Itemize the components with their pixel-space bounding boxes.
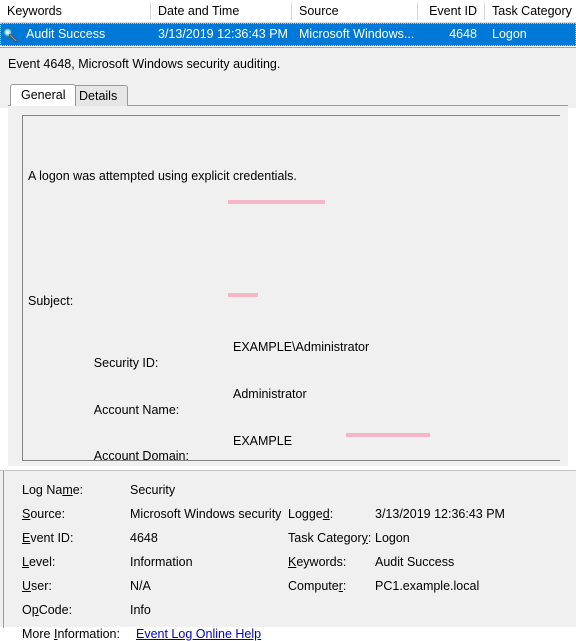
event-list-row-selected[interactable]: Audit Success 3/13/2019 12:36:43 PM Micr… [0, 23, 576, 46]
value-keywords: Audit Success [375, 555, 455, 569]
cell-date-and-time: 3/13/2019 12:36:43 PM [158, 27, 288, 41]
event-list-header: Keywords Date and Time Source Event ID T… [0, 0, 576, 23]
label-event-id: Event ID: [22, 531, 74, 545]
label-source: Source: [22, 507, 66, 521]
field-value: Administrator [233, 387, 307, 402]
event-summary-panel: Log Name: Security Source: Microsoft Win… [0, 470, 576, 641]
event-log-online-help-link[interactable]: Event Log Online Help [136, 627, 261, 641]
value-source: Microsoft Windows security [130, 507, 282, 521]
event-description-text: A logon was attempted using explicit cre… [23, 116, 560, 460]
field-label: Security ID: [93, 355, 159, 370]
field-label: Account Domain: [93, 449, 189, 461]
event-title: Event 4648, Microsoft Windows security a… [8, 57, 281, 71]
cell-keywords: Audit Success [26, 27, 106, 41]
column-header-task-category[interactable]: Task Category [485, 0, 576, 22]
label-opcode: OpCode: [22, 603, 73, 617]
value-opcode: Info [130, 603, 151, 617]
cell-task-category: Logon [492, 27, 527, 41]
value-log-name: Security [130, 483, 176, 497]
description-intro: A logon was attempted using explicit cre… [28, 168, 297, 183]
general-tab-panel: A logon was attempted using explicit cre… [8, 106, 568, 466]
label-computer: Computer: [288, 579, 347, 593]
event-description-textbox[interactable]: A logon was attempted using explicit cre… [22, 115, 560, 461]
label-more-information: More Information: [22, 627, 120, 641]
value-event-id: 4648 [130, 531, 158, 545]
value-task-category: Logon [375, 531, 410, 545]
column-header-keywords[interactable]: Keywords [0, 0, 150, 22]
field-value: EXAMPLE [233, 433, 293, 448]
field-security-id: Security ID: EXAMPLE\Administrator [28, 340, 560, 370]
value-level: Information [130, 555, 193, 569]
section-heading-subject: Subject: [28, 293, 74, 308]
highlight-account-name [228, 200, 325, 204]
value-logged: 3/13/2019 12:36:43 PM [375, 507, 505, 521]
event-title-bar: Event 4648, Microsoft Windows security a… [0, 47, 576, 82]
label-keywords: Keywords: [288, 555, 347, 569]
label-task-category: Task Category: [288, 531, 372, 545]
cell-source: Microsoft Windows... [299, 27, 415, 41]
label-logged: Logged: [288, 507, 334, 521]
value-computer: PC1.example.local [375, 579, 480, 593]
label-user: User: [22, 579, 52, 593]
label-log-name: Log Name: [22, 483, 84, 497]
value-user: N/A [130, 579, 151, 593]
event-list[interactable]: Keywords Date and Time Source Event ID T… [0, 0, 576, 47]
field-account-domain: Account Domain: EXAMPLE [28, 433, 560, 460]
field-account-name: Account Name: Administrator [28, 387, 560, 417]
tab-general[interactable]: General [10, 84, 77, 106]
column-header-source[interactable]: Source [292, 0, 417, 22]
key-icon [3, 27, 18, 42]
column-header-date-and-time[interactable]: Date and Time [151, 0, 291, 22]
tab-details[interactable]: Details [68, 85, 129, 106]
cell-event-id: 4648 [449, 27, 477, 41]
label-level: Level: [22, 555, 56, 569]
panel-edge [3, 471, 4, 628]
column-header-event-id[interactable]: Event ID [418, 0, 484, 22]
field-label: Account Name: [93, 402, 180, 417]
field-value: EXAMPLE\Administrator [233, 340, 370, 355]
